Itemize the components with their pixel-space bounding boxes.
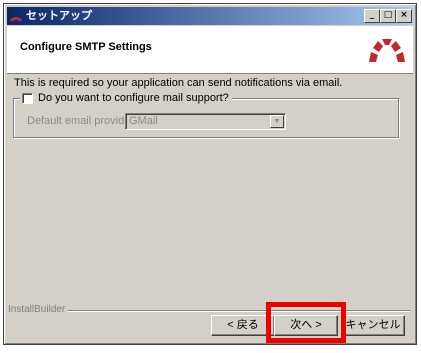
checkbox-box[interactable] <box>22 92 33 104</box>
window-title: セットアップ <box>26 10 92 22</box>
title-bar: セットアップ _ □ × <box>7 7 413 25</box>
description-text: This is required so your application can… <box>14 77 343 89</box>
provider-label: Default email provider: <box>27 115 138 127</box>
next-button-highlight <box>266 302 346 343</box>
wizard-header: Configure SMTP Settings <box>7 26 413 74</box>
mail-support-checkbox[interactable]: Do you want to configure mail support? <box>20 91 232 105</box>
provider-select[interactable]: GMail ▼ <box>125 113 286 130</box>
brand-label: InstallBuilder <box>8 304 69 315</box>
installer-logo-icon <box>369 39 405 62</box>
setup-window: セットアップ _ □ × Configure SMTP Settings <box>3 3 417 345</box>
close-button[interactable]: × <box>396 9 412 23</box>
minimize-button[interactable]: _ <box>364 9 380 23</box>
page-title: Configure SMTP Settings <box>20 41 152 53</box>
maximize-button[interactable]: □ <box>380 9 396 23</box>
footer-divider <box>8 310 410 312</box>
app-icon <box>9 16 23 23</box>
chevron-down-icon[interactable]: ▼ <box>270 115 284 128</box>
cancel-button[interactable]: キャンセル <box>341 315 405 336</box>
provider-value: GMail <box>129 115 158 127</box>
checkbox-label: Do you want to configure mail support? <box>38 92 229 104</box>
